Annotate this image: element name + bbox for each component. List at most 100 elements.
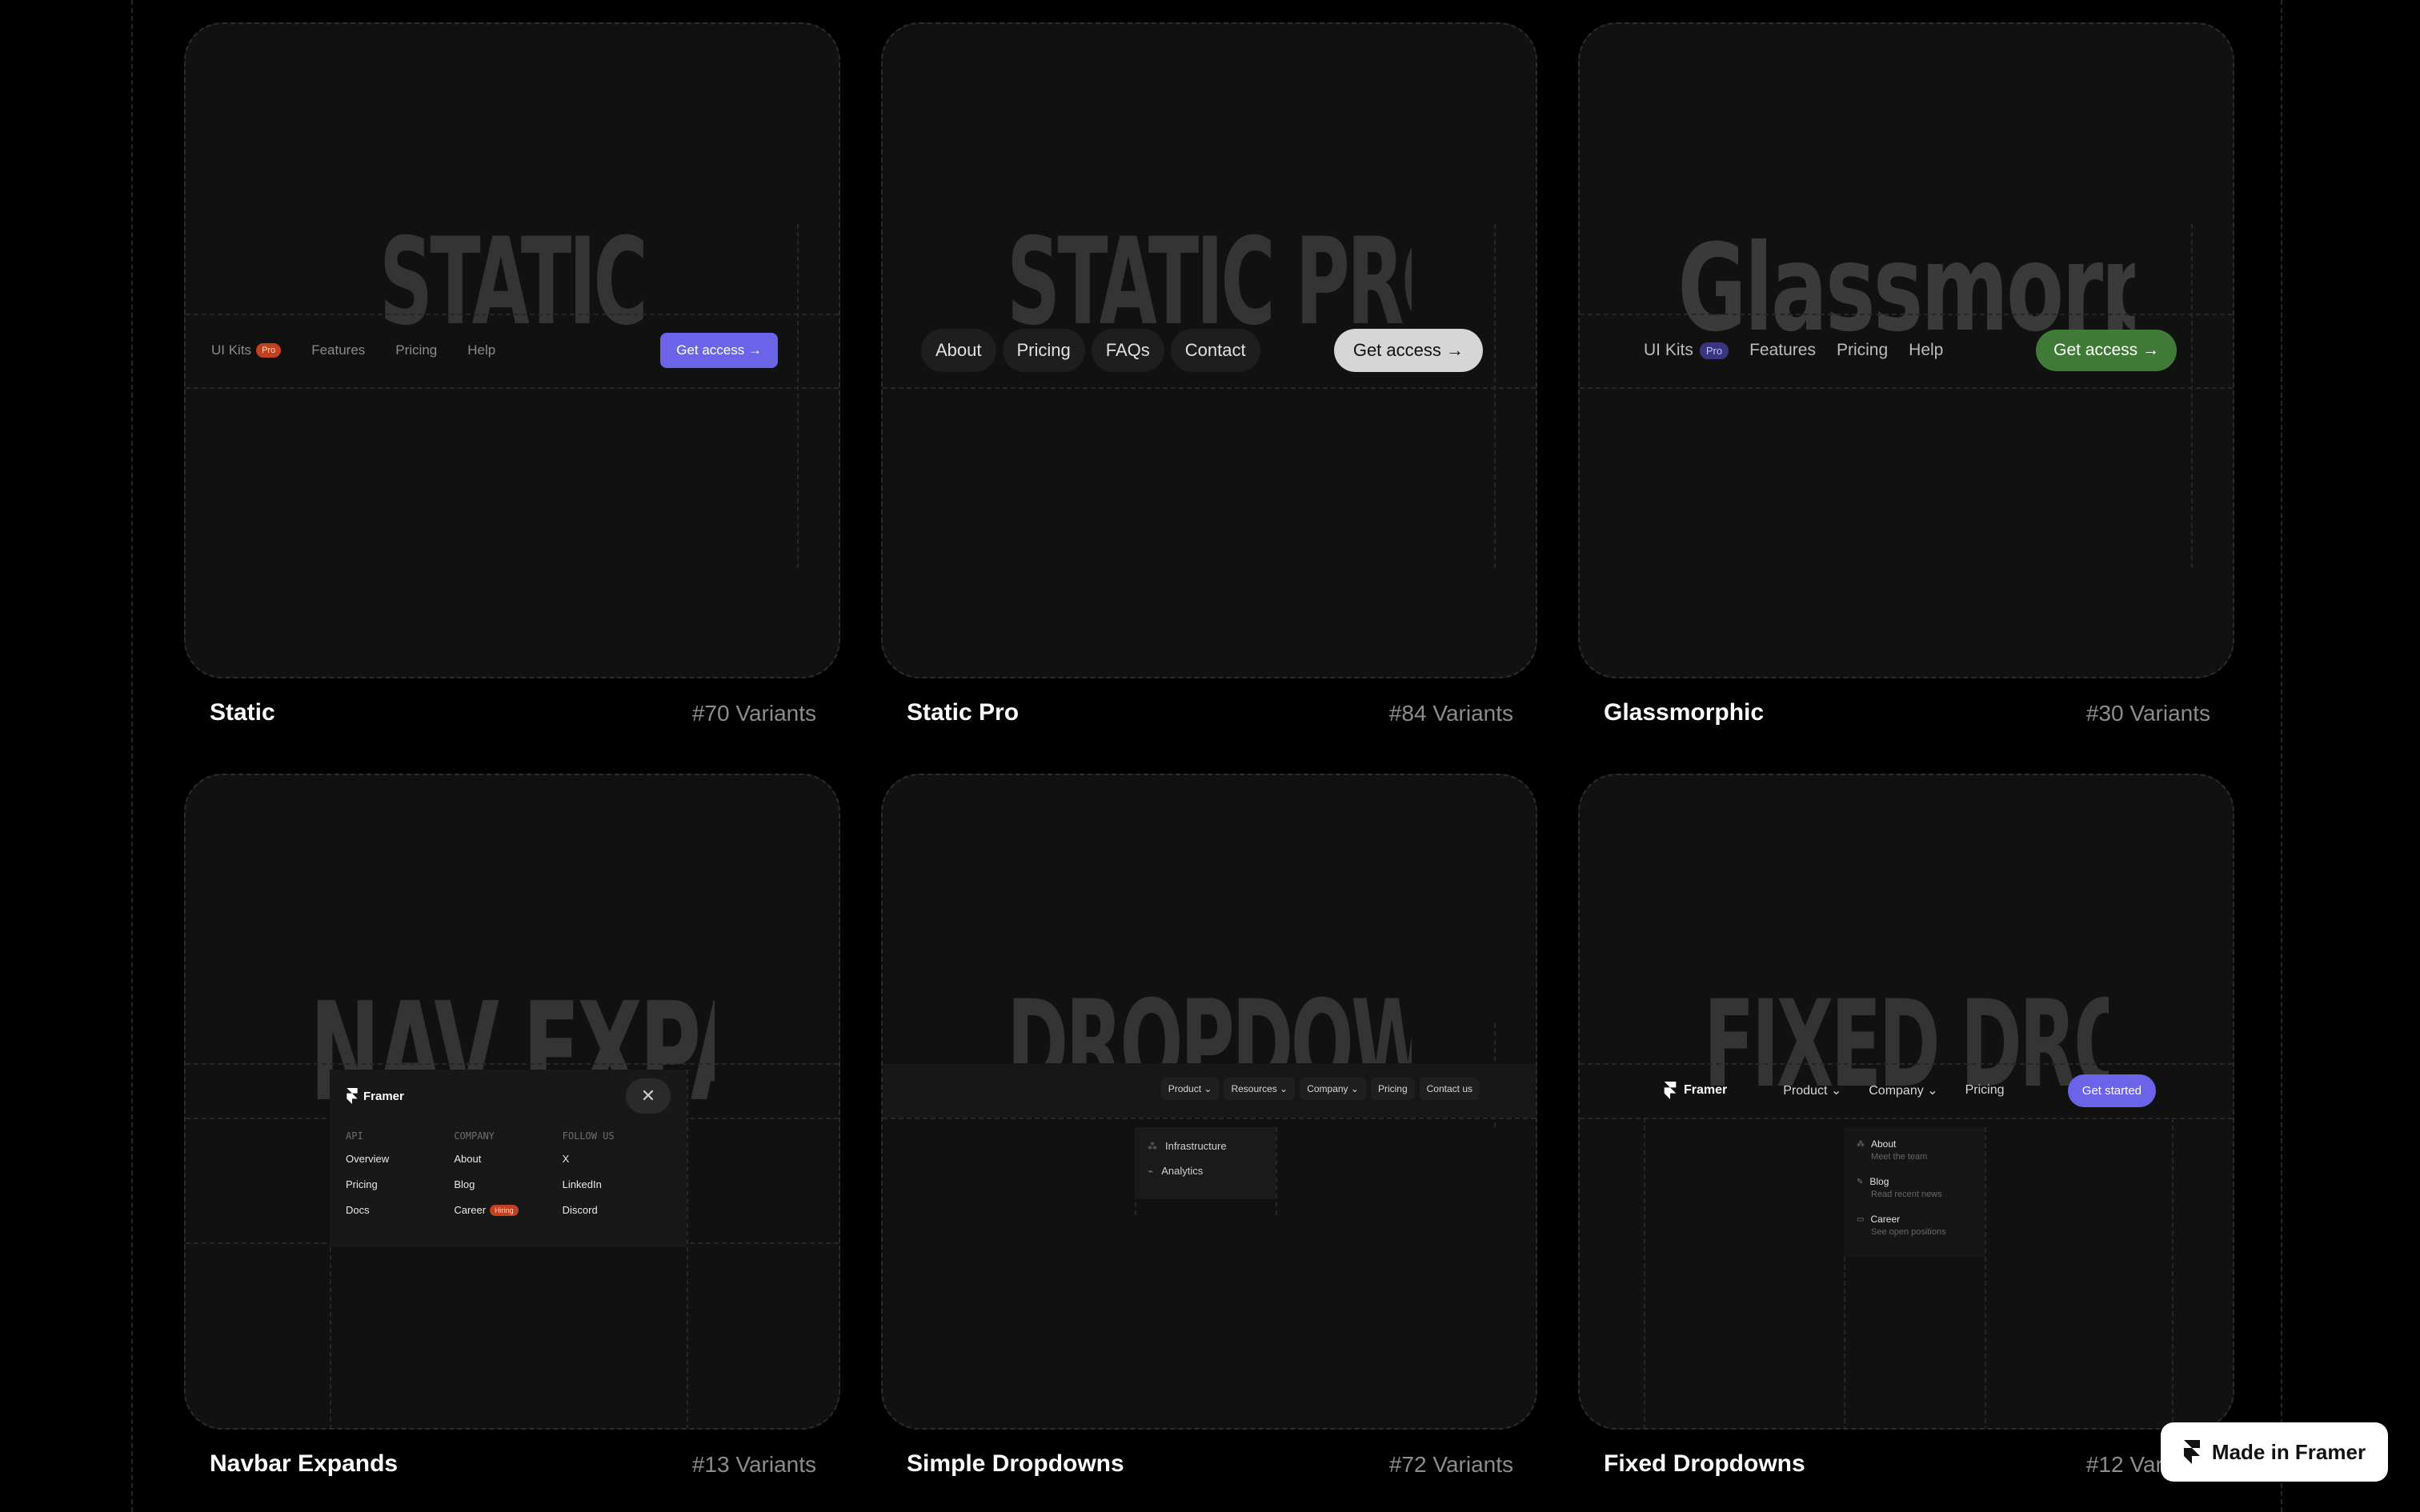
dropdown-item-blog[interactable]: ✎ Blog Read recent news [1844, 1176, 1985, 1199]
get-access-button[interactable]: Get access → [1333, 329, 1483, 372]
menu-link[interactable]: X [563, 1153, 671, 1165]
get-access-button[interactable]: Get access → [660, 333, 778, 368]
menu-column-follow: FOLLOW US X LinkedIn Discord [563, 1130, 671, 1230]
dropdown-item-career[interactable]: ▭ Career See open positions [1844, 1214, 1985, 1237]
nav-item-about[interactable]: About [921, 329, 996, 372]
dropdown-item-infrastructure[interactable]: ⁂ Infrastructure [1135, 1134, 1276, 1158]
nav-item-company[interactable]: Company ⌄ [1300, 1078, 1366, 1100]
dropdown-item-analytics[interactable]: ⌁ Analytics [1135, 1158, 1276, 1183]
get-access-button[interactable]: Get access → [2036, 330, 2177, 371]
card-simple-dropdowns[interactable]: DROPDOWN Product ⌄ Resources ⌄ Company ⌄… [881, 774, 1537, 1430]
navbar-fixed-dropdowns: Framer Product ⌄ Company ⌄ Pricing Get s… [1663, 1065, 2156, 1116]
guide-line [883, 387, 1536, 389]
menu-link[interactable]: Discord [563, 1204, 671, 1216]
card-fixed-dropdowns[interactable]: FIXED DROPDOWN Framer Product ⌄ Company … [1578, 774, 2234, 1430]
card-title: Static [210, 699, 275, 726]
framer-logo-icon [1664, 1082, 1677, 1099]
menu-link[interactable]: Docs [346, 1204, 454, 1216]
card-bigword: STATIC PRO [1007, 222, 1412, 334]
nav-item-label: Company [1869, 1084, 1924, 1098]
dropdown-item-subtitle: See open positions [1871, 1227, 1946, 1237]
get-started-button[interactable]: Get started [2067, 1074, 2156, 1107]
dropdown-item-about[interactable]: ⁂ About Meet the team [1844, 1138, 1985, 1162]
dropdown-panel: ⁂ About Meet the team ✎ Blog Read recent n… [1844, 1127, 1985, 1257]
guide-line [1580, 314, 2233, 315]
nav-item-label: UI Kits [211, 342, 252, 358]
nav-item-ui-kits[interactable]: UI Kits Pro [211, 342, 282, 358]
nav-item-contact[interactable]: Contact [1170, 329, 1260, 372]
button-label: Get access [2053, 341, 2138, 359]
menu-link[interactable]: About [454, 1153, 562, 1165]
nav-item-pricing[interactable]: Pricing [1370, 1078, 1415, 1100]
nav-item-resources[interactable]: Resources ⌄ [1224, 1078, 1296, 1100]
expanded-menu-panel: Framer ✕ API Overview Pricing Docs COMPA… [330, 1070, 687, 1247]
guide-line [1580, 1118, 2233, 1119]
card-variant-count: #70 Variants [691, 701, 816, 726]
chevron-down-icon: ⌄ [1348, 1083, 1359, 1094]
infrastructure-icon: ⁂ [1148, 1140, 1157, 1152]
column-title: COMPANY [454, 1130, 495, 1142]
dropdown-item-title: Blog [1869, 1176, 1889, 1187]
nav-item-pricing[interactable]: Pricing [1837, 341, 1888, 360]
nav-item-product[interactable]: Product ⌄ [1160, 1078, 1220, 1100]
nav-item-label: Product [1783, 1084, 1828, 1098]
column-title: API [346, 1130, 363, 1142]
nav-item-label: Company [1307, 1083, 1348, 1094]
card-title: Simple Dropdowns [907, 1450, 1124, 1477]
card-navbar-expands[interactable]: NAV EXPANDS Framer ✕ API Overview Pricin… [184, 774, 840, 1430]
pro-badge: Pro [1699, 342, 1729, 359]
dropdown-panel: ⁂ Infrastructure ⌁ Analytics [1135, 1127, 1276, 1199]
nav-item-pricing[interactable]: Pricing [395, 342, 437, 358]
pro-badge: Pro [256, 343, 282, 358]
framer-logo-icon [2183, 1440, 2200, 1464]
framer-logo-icon [347, 1088, 358, 1104]
page-guide-right [2281, 0, 2282, 1512]
chevron-down-icon: ⌄ [1923, 1084, 1938, 1098]
menu-link-career[interactable]: Career Hiring [454, 1204, 562, 1216]
card-static-pro[interactable]: STATIC PRO About Pricing FAQs Contact Ge… [881, 22, 1537, 678]
nav-item-features[interactable]: Features [311, 342, 365, 358]
card-glassmorphic[interactable]: Glassmorphic UI Kits Pro Features Pricin… [1578, 22, 2234, 678]
card-variant-count: #72 Variants [1388, 1452, 1513, 1477]
nav-item-pricing[interactable]: Pricing [1965, 1083, 2005, 1098]
logo-text: Framer [363, 1089, 404, 1103]
framer-logo[interactable]: Framer [346, 1088, 404, 1104]
card-variant-count: #84 Variants [1388, 701, 1513, 726]
menu-link[interactable]: Pricing [346, 1178, 454, 1190]
guide-line [687, 1070, 688, 1428]
dropdown-item-title: Career [1870, 1214, 1901, 1225]
guide-line [1580, 387, 2233, 389]
dropdown-item-label: Infrastructure [1165, 1140, 1227, 1152]
nav-item-features[interactable]: Features [1749, 341, 1816, 360]
chevron-down-icon: ⌄ [1827, 1084, 1842, 1098]
card-static[interactable]: STATIC UI Kits Pro Features Pricing Help… [184, 22, 840, 678]
analytics-icon: ⌁ [1148, 1165, 1154, 1177]
guide-line [2172, 1118, 2174, 1428]
menu-link-label: Career [454, 1204, 487, 1216]
button-label: Get access [1352, 340, 1441, 360]
pen-icon: ✎ [1857, 1177, 1864, 1186]
nav-item-product[interactable]: Product ⌄ [1783, 1082, 1841, 1098]
card-title: Static Pro [907, 699, 1020, 726]
card-title: Fixed Dropdowns [1604, 1450, 1805, 1477]
badge-label: Made in Framer [2211, 1439, 2366, 1464]
arrow-right-icon: → [1446, 340, 1464, 360]
nav-item-pricing[interactable]: Pricing [1002, 329, 1085, 372]
nav-item-faqs[interactable]: FAQs [1091, 329, 1164, 372]
nav-item-ui-kits[interactable]: UI Kits Pro [1644, 341, 1729, 360]
card-variant-count: #30 Variants [2085, 701, 2210, 726]
nav-item-contact[interactable]: Contact us [1419, 1078, 1480, 1100]
made-in-framer-badge[interactable]: Made in Framer [2161, 1422, 2388, 1482]
close-icon[interactable]: ✕ [626, 1078, 671, 1114]
briefcase-icon: ▭ [1857, 1214, 1865, 1224]
nav-item-help[interactable]: Help [1909, 341, 1943, 360]
menu-column-company: COMPANY About Blog Career Hiring [454, 1130, 562, 1230]
nav-item-company[interactable]: Company ⌄ [1869, 1082, 1937, 1098]
menu-link[interactable]: Blog [454, 1178, 562, 1190]
chevron-down-icon: ⌄ [1276, 1083, 1288, 1094]
nav-item-help[interactable]: Help [467, 342, 495, 358]
framer-logo[interactable]: Framer [1663, 1082, 1727, 1099]
menu-link[interactable]: Overview [346, 1153, 454, 1165]
menu-link[interactable]: LinkedIn [563, 1178, 671, 1190]
card-bigword: Glassmorphic [1677, 229, 2134, 341]
